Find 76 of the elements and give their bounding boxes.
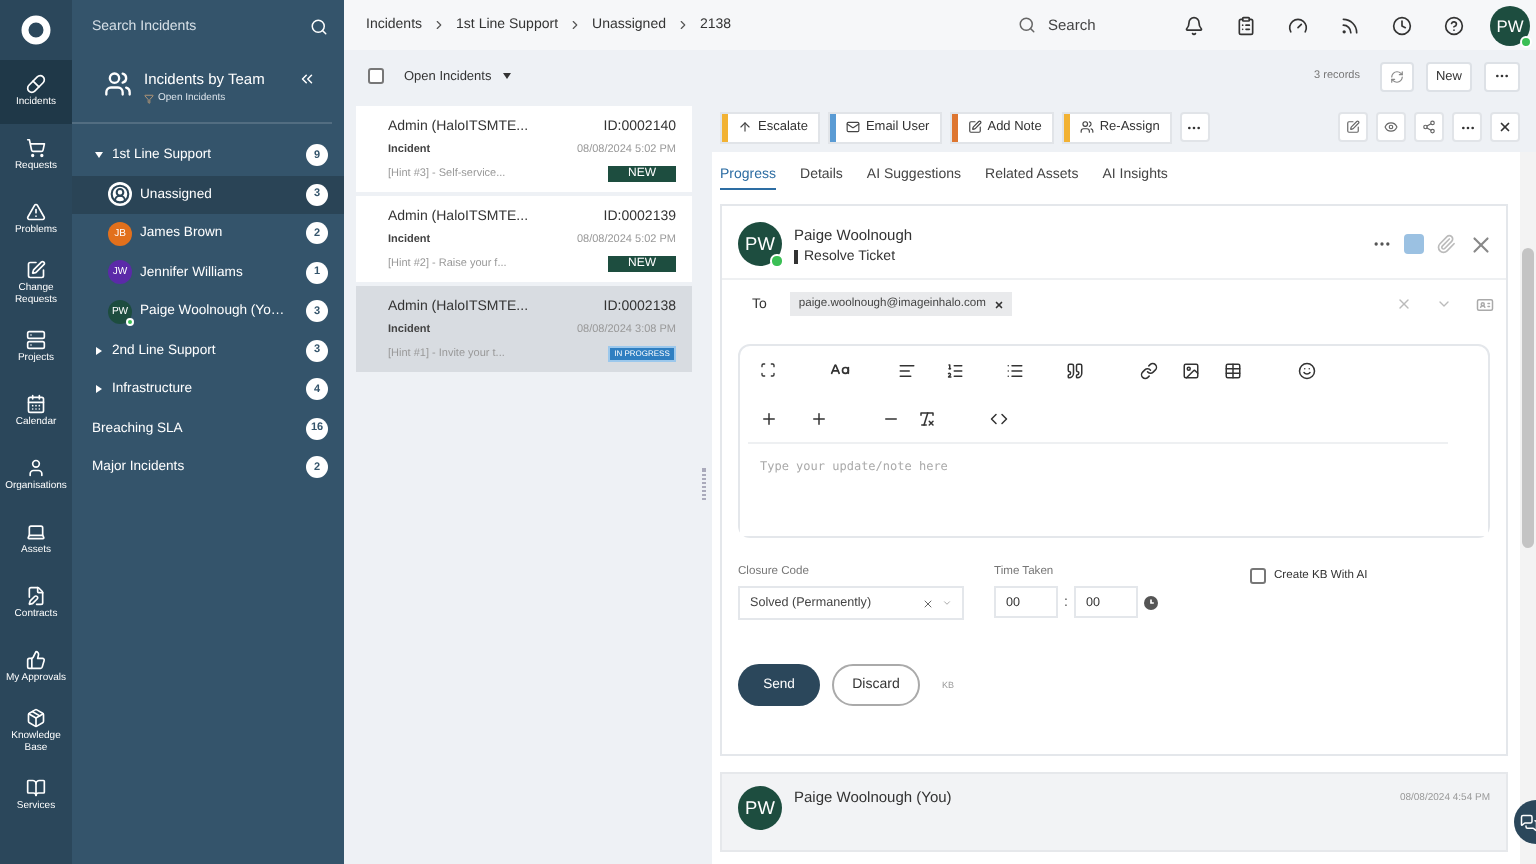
thumbs-up-icon: [26, 650, 46, 671]
close-button[interactable]: [1490, 112, 1520, 142]
share-button[interactable]: [1414, 112, 1444, 142]
search-icon[interactable]: [310, 17, 328, 35]
warning-icon: [26, 202, 46, 223]
help-icon[interactable]: [1444, 15, 1464, 35]
scrollbar-thumb[interactable]: [1522, 248, 1534, 548]
arrow-up-icon: [738, 120, 752, 134]
logo[interactable]: [20, 14, 52, 46]
avatar: PW: [1490, 5, 1530, 45]
table-icon[interactable]: [1224, 361, 1242, 379]
chevron-right-icon: [432, 18, 447, 32]
remove-icon[interactable]: [993, 299, 1004, 309]
bell-icon[interactable]: [1184, 15, 1204, 35]
gauge-icon[interactable]: [1288, 15, 1308, 35]
users-icon: [1079, 120, 1094, 134]
feed-icon[interactable]: [1340, 15, 1360, 35]
package-icon: [26, 708, 46, 729]
server-icon: [26, 330, 46, 351]
caret-right-icon[interactable]: [94, 384, 104, 395]
caret-down-icon[interactable]: [94, 150, 104, 161]
filter-icon: [144, 93, 154, 103]
collapse-icon[interactable]: [298, 70, 316, 88]
checkbox[interactable]: [1250, 568, 1266, 584]
color-swatch[interactable]: [1404, 234, 1424, 254]
avatar: PW: [738, 786, 782, 830]
edit-icon: [1346, 120, 1360, 134]
laptop-icon: [26, 522, 46, 543]
mail-icon: [845, 120, 860, 134]
note-icon: [967, 120, 982, 134]
clock-icon[interactable]: [1143, 595, 1158, 609]
code-icon[interactable]: [990, 409, 1008, 427]
search-icon: [1018, 16, 1036, 34]
fullscreen-icon[interactable]: [760, 362, 776, 378]
chevron-down-icon: [942, 598, 952, 608]
edit-button[interactable]: [1338, 112, 1368, 142]
link-icon[interactable]: [1140, 361, 1158, 379]
chat-icon: [1520, 813, 1536, 831]
refresh-button[interactable]: [1379, 61, 1414, 91]
clipboard-icon[interactable]: [1236, 15, 1256, 35]
edit-icon: [26, 260, 46, 281]
emoji-icon[interactable]: [1298, 361, 1316, 379]
chevron-right-icon: [568, 18, 583, 32]
scrollbar[interactable]: [1520, 152, 1536, 864]
plus-icon[interactable]: [810, 409, 828, 427]
users-icon: [104, 70, 132, 98]
share-icon: [1422, 120, 1436, 134]
font-size-icon[interactable]: [830, 360, 850, 380]
image-icon[interactable]: [1182, 361, 1200, 379]
watch-button[interactable]: [1376, 112, 1406, 142]
bullet-list-icon[interactable]: [1006, 361, 1024, 379]
clear-icon[interactable]: [922, 597, 934, 609]
chevron-right-icon: [675, 18, 690, 32]
user-icon: [26, 458, 46, 479]
refresh-icon: [1389, 69, 1404, 83]
close-icon[interactable]: [1468, 231, 1494, 257]
select-all-checkbox[interactable]: [368, 68, 384, 84]
numbered-list-icon[interactable]: [946, 361, 964, 379]
document-icon: [26, 586, 46, 607]
pill-icon: [26, 74, 46, 95]
quote-icon[interactable]: [1066, 361, 1084, 379]
calendar-icon: [26, 394, 46, 415]
book-icon: [26, 778, 46, 799]
caret-right-icon[interactable]: [94, 345, 104, 356]
clock-icon[interactable]: [1392, 15, 1412, 35]
eye-icon: [1384, 120, 1398, 134]
align-icon[interactable]: [898, 361, 916, 379]
resize-handle[interactable]: [702, 467, 706, 499]
caret-down-icon: [501, 72, 512, 80]
person-icon: [108, 182, 132, 207]
insert-icon[interactable]: [760, 409, 778, 427]
close-icon: [1498, 120, 1512, 134]
clear-format-icon[interactable]: [918, 409, 936, 427]
avatar: PW: [738, 222, 782, 266]
cart-icon: [26, 138, 46, 159]
paperclip-icon[interactable]: [1436, 234, 1456, 254]
